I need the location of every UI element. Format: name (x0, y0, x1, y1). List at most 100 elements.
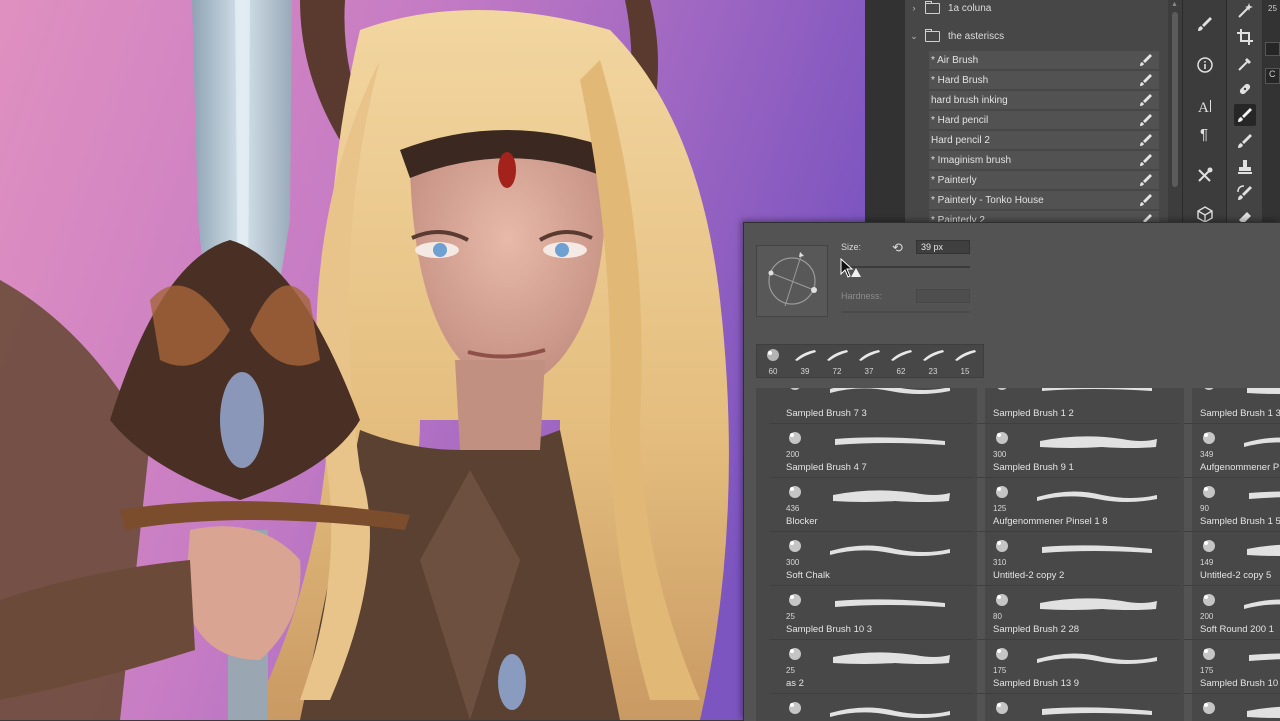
brush-tip-icon (996, 432, 1008, 444)
brush-preset-cell[interactable]: 175 Sampled Brush 13 9 (977, 640, 1180, 694)
brush-preset-cell[interactable]: Sampled Brush 1 3 (1184, 388, 1280, 424)
folder-icon (925, 0, 940, 14)
brush-name: Aufgenommener P (1200, 462, 1280, 473)
brush-tip-icon (996, 486, 1008, 498)
recent-brush[interactable]: 62 (885, 345, 917, 377)
brush-preset-item[interactable]: * Painterly (929, 171, 1159, 190)
brush-presets-panel[interactable]: › 1a coluna ⌄ the asteriscs * Air Brush *… (905, 0, 1168, 222)
brush-name: Sampled Brush 1 3 (1200, 408, 1280, 419)
brush-preset-item[interactable]: * Painterly - Tonko House (929, 191, 1159, 210)
brush-preset-item[interactable]: * Hard Brush (929, 71, 1159, 90)
brush-icon[interactable] (1194, 13, 1216, 35)
brush-preset-item[interactable]: Hard pencil 2 (929, 131, 1159, 150)
brush-preset-picker[interactable]: Size: ⟲ Hardness: 60 39 72 37 62 23 15 Sampled… (743, 222, 1280, 721)
brush-preset-label: Hard pencil 2 (931, 134, 990, 146)
healing-brush-icon[interactable] (1234, 78, 1256, 100)
brush-tip-icon (1204, 388, 1214, 390)
brush-preset-item[interactable]: * Painterly 2 (929, 211, 1159, 222)
brush-preset-cell[interactable]: 200 Soft Round 200 1 (1184, 586, 1280, 640)
brush-icon (1143, 214, 1152, 222)
brush-tip-icon (1203, 432, 1215, 444)
brush-preset-label: * Imaginism brush (931, 154, 1012, 166)
brush-icon (1140, 74, 1152, 86)
brush-group-the-asteriscs[interactable]: ⌄ the asteriscs (905, 25, 1168, 47)
brush-preset-label: * Painterly (931, 174, 977, 186)
scrollbar-thumb[interactable] (1172, 12, 1178, 187)
brush-preset-item[interactable]: hard brush inking (929, 91, 1159, 110)
brush-preset-cell[interactable]: 175 Sampled Brush 10 (1184, 640, 1280, 694)
brush-size: 175 (1200, 666, 1214, 675)
brush-preset-grid[interactable]: Sampled Brush 7 3 Sampled Brush 1 2 Sample… (756, 388, 1280, 721)
brush-tip-icon (789, 648, 801, 660)
brush-preset-cell[interactable]: 200 Sampled Brush 4 7 (770, 424, 973, 478)
brush-preset-cell[interactable]: 20 (770, 694, 973, 721)
brush-name: Sampled Brush 2 28 (993, 624, 1080, 635)
recent-brush[interactable]: 72 (821, 345, 853, 377)
tools-icon[interactable] (1194, 164, 1216, 186)
options-field-a[interactable] (1265, 42, 1280, 56)
recent-brush-size: 60 (768, 367, 778, 376)
tools-toolbar (1226, 0, 1263, 224)
recent-brush[interactable]: 23 (917, 345, 949, 377)
recent-brush[interactable]: 39 (789, 345, 821, 377)
brush-tip-icon (996, 702, 1008, 714)
folder-icon (925, 28, 940, 42)
reset-size-icon[interactable]: ⟲ (892, 240, 903, 256)
paragraph-icon[interactable]: ¶ (1194, 122, 1216, 144)
brush-panel-scrollbar[interactable]: ▲ (1168, 0, 1182, 222)
recent-brush[interactable]: 15 (949, 345, 981, 377)
panel-icon-strip: A ¶ (1182, 0, 1227, 223)
brush-preset-cell[interactable]: 90 Sampled Brush 1 5 (1184, 478, 1280, 532)
brush-preset-cell[interactable]: Sampled Brush 7 3 (770, 388, 973, 424)
brush-size: 90 (1200, 504, 1209, 513)
brush-preset-cell[interactable]: 25 Sampled Brush 10 3 (770, 586, 973, 640)
magic-wand-icon[interactable] (1234, 0, 1256, 22)
brush-preset-item[interactable]: * Imaginism brush (929, 151, 1159, 170)
options-field-b[interactable]: C (1265, 68, 1280, 84)
info-icon[interactable] (1194, 54, 1216, 76)
canvas-artwork[interactable] (0, 0, 865, 720)
brush-preset-cell[interactable]: 349 Aufgenommener P (1184, 424, 1280, 478)
scroll-up-icon[interactable]: ▲ (1171, 1, 1178, 8)
recent-brush-size: 37 (864, 367, 874, 376)
brush-tool-icon[interactable] (1234, 104, 1256, 126)
brush-preset-cell[interactable]: 300 Sampled Brush 9 1 (977, 424, 1180, 478)
brush-stroke-preview (1040, 598, 1157, 610)
brush-angle-preview[interactable] (756, 245, 828, 317)
hardness-input (916, 289, 970, 303)
brush-preset-cell[interactable]: 25 as 2 (770, 640, 973, 694)
brush-preset-cell[interactable]: 90 (977, 694, 1180, 721)
size-label: Size: (841, 242, 862, 252)
character-icon[interactable]: A (1194, 95, 1216, 117)
eyedropper-icon[interactable] (1234, 53, 1256, 75)
recent-brush[interactable]: 60 (757, 345, 789, 377)
crop-icon[interactable] (1234, 26, 1256, 48)
brush-preset-cell[interactable]: 125 Aufgenommener Pinsel 1 8 (977, 478, 1180, 532)
chevron-down-icon[interactable]: ⌄ (905, 31, 923, 42)
brush-preset-cell[interactable]: 149 Untitled-2 copy 5 (1184, 532, 1280, 586)
chevron-right-icon[interactable]: › (905, 3, 923, 13)
mixer-brush-icon[interactable] (1234, 130, 1256, 152)
brush-stroke-preview (833, 490, 950, 502)
recent-brush[interactable]: 37 (853, 345, 885, 377)
brush-group-1a-coluna[interactable]: › 1a coluna (905, 0, 1168, 19)
brush-stroke-preview (1037, 653, 1157, 664)
size-slider[interactable] (842, 266, 970, 268)
brush-preset-cell[interactable]: Sampled Brush 1 2 (977, 388, 1180, 424)
brush-preset-item[interactable]: * Air Brush (929, 51, 1159, 70)
brush-tip-icon (789, 486, 801, 498)
history-brush-icon[interactable] (1234, 182, 1256, 204)
recent-brush-size: 15 (960, 367, 970, 376)
brush-stroke-preview (830, 545, 950, 556)
brush-tip-icon (790, 388, 800, 390)
brush-icon (1140, 154, 1152, 166)
brush-stroke-preview (1042, 388, 1152, 391)
brush-preset-cell[interactable]: 436 Blocker (770, 478, 973, 532)
brush-preset-cell[interactable]: 141 (1184, 694, 1280, 721)
brush-preset-item[interactable]: * Hard pencil (929, 111, 1159, 130)
brush-preset-cell[interactable]: 310 Untitled-2 copy 2 (977, 532, 1180, 586)
brush-preset-cell[interactable]: 300 Soft Chalk (770, 532, 973, 586)
size-input[interactable] (916, 240, 970, 254)
clone-stamp-icon[interactable] (1234, 156, 1256, 178)
brush-preset-cell[interactable]: 80 Sampled Brush 2 28 (977, 586, 1180, 640)
